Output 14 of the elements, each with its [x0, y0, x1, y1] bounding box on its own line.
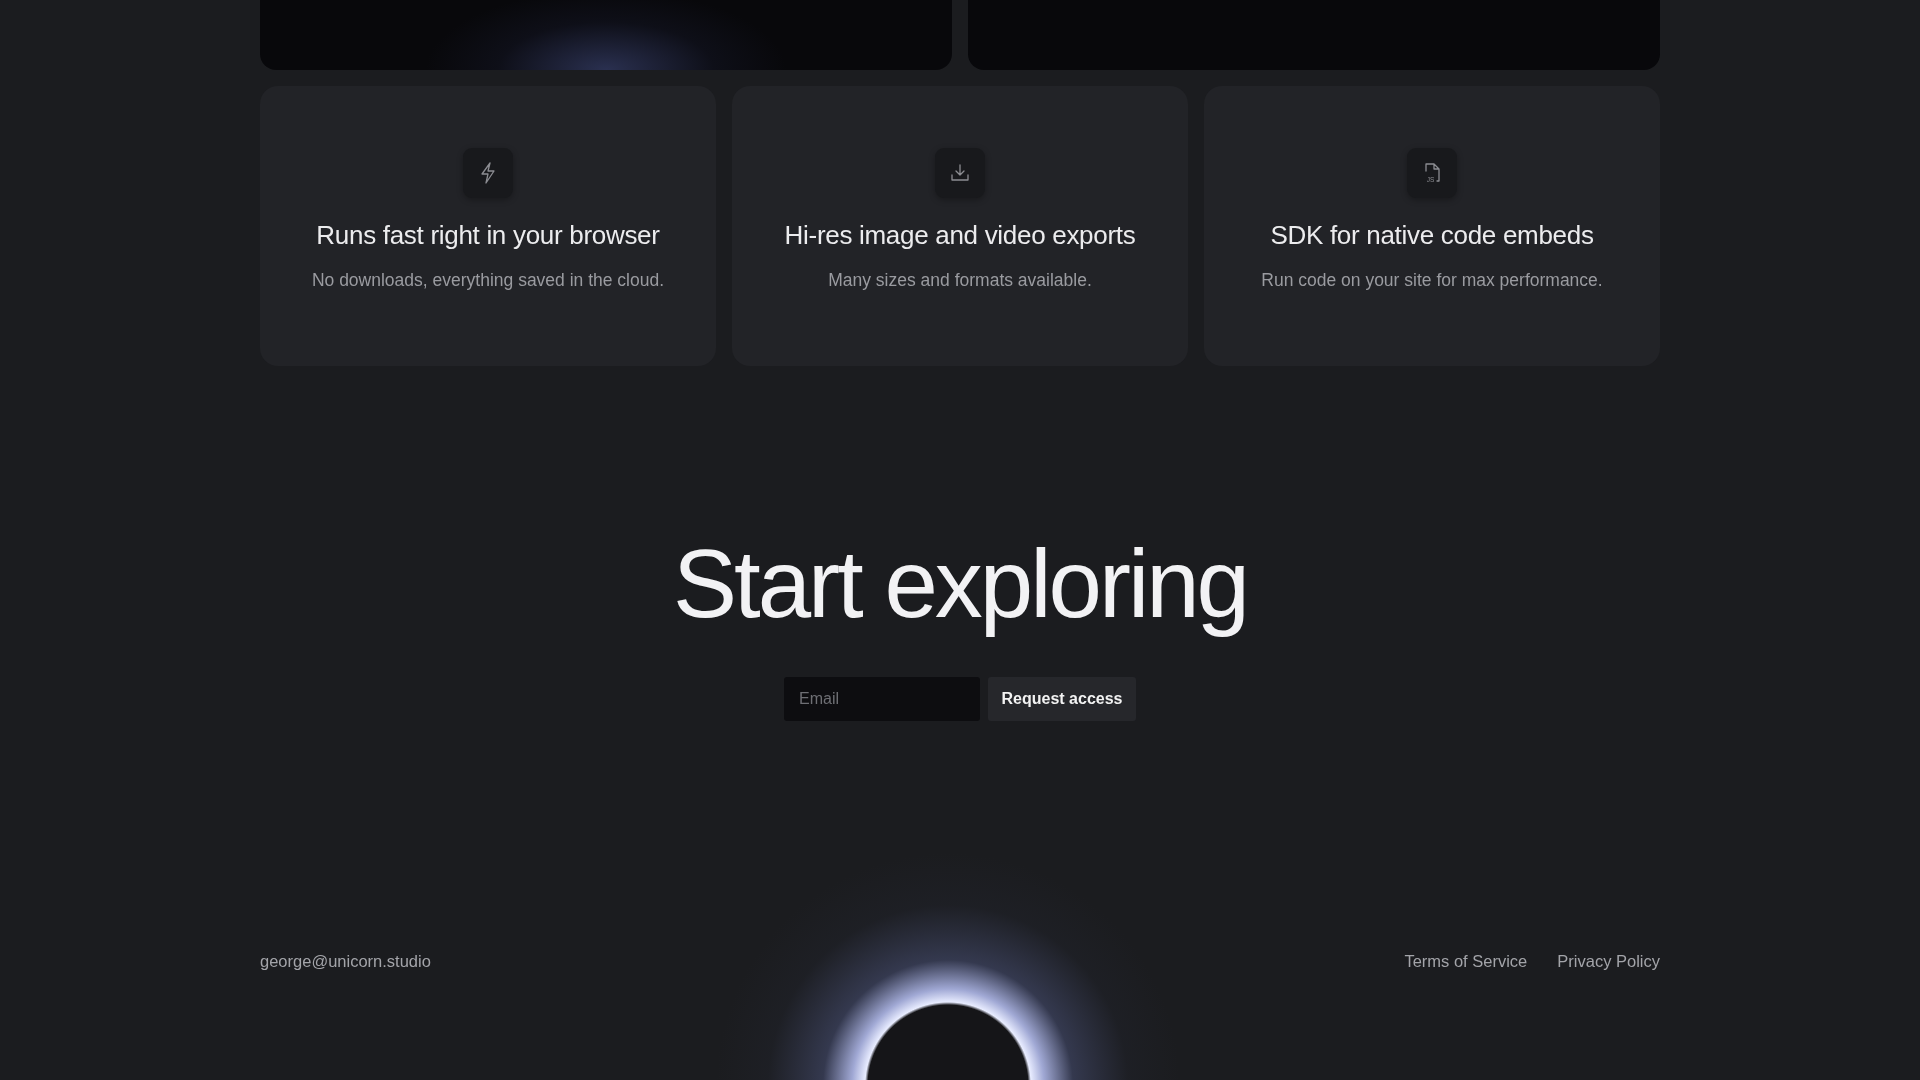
feature-description: Many sizes and formats available. — [828, 269, 1092, 292]
feature-description: No downloads, everything saved in the cloud. — [311, 269, 665, 292]
feature-title: Hi-res image and video exports — [784, 219, 1136, 252]
feature-description: Run code on your site for max performance. — [1261, 269, 1603, 292]
bolt-icon — [463, 148, 513, 198]
download-icon — [935, 148, 985, 198]
feature-title: Runs fast right in your browser — [316, 219, 660, 252]
footer-link[interactable]: Terms of Service — [1404, 949, 1528, 974]
feature-title: SDK for native code embeds — [1270, 219, 1594, 252]
footer-link[interactable]: Privacy Policy — [1557, 949, 1660, 974]
cta-heading: Start exploring — [672, 529, 1248, 639]
email-field[interactable]: Email — [784, 677, 980, 722]
contact-email: george@unicorn.studio — [260, 951, 431, 973]
request-access-button[interactable]: Request access — [988, 677, 1136, 722]
